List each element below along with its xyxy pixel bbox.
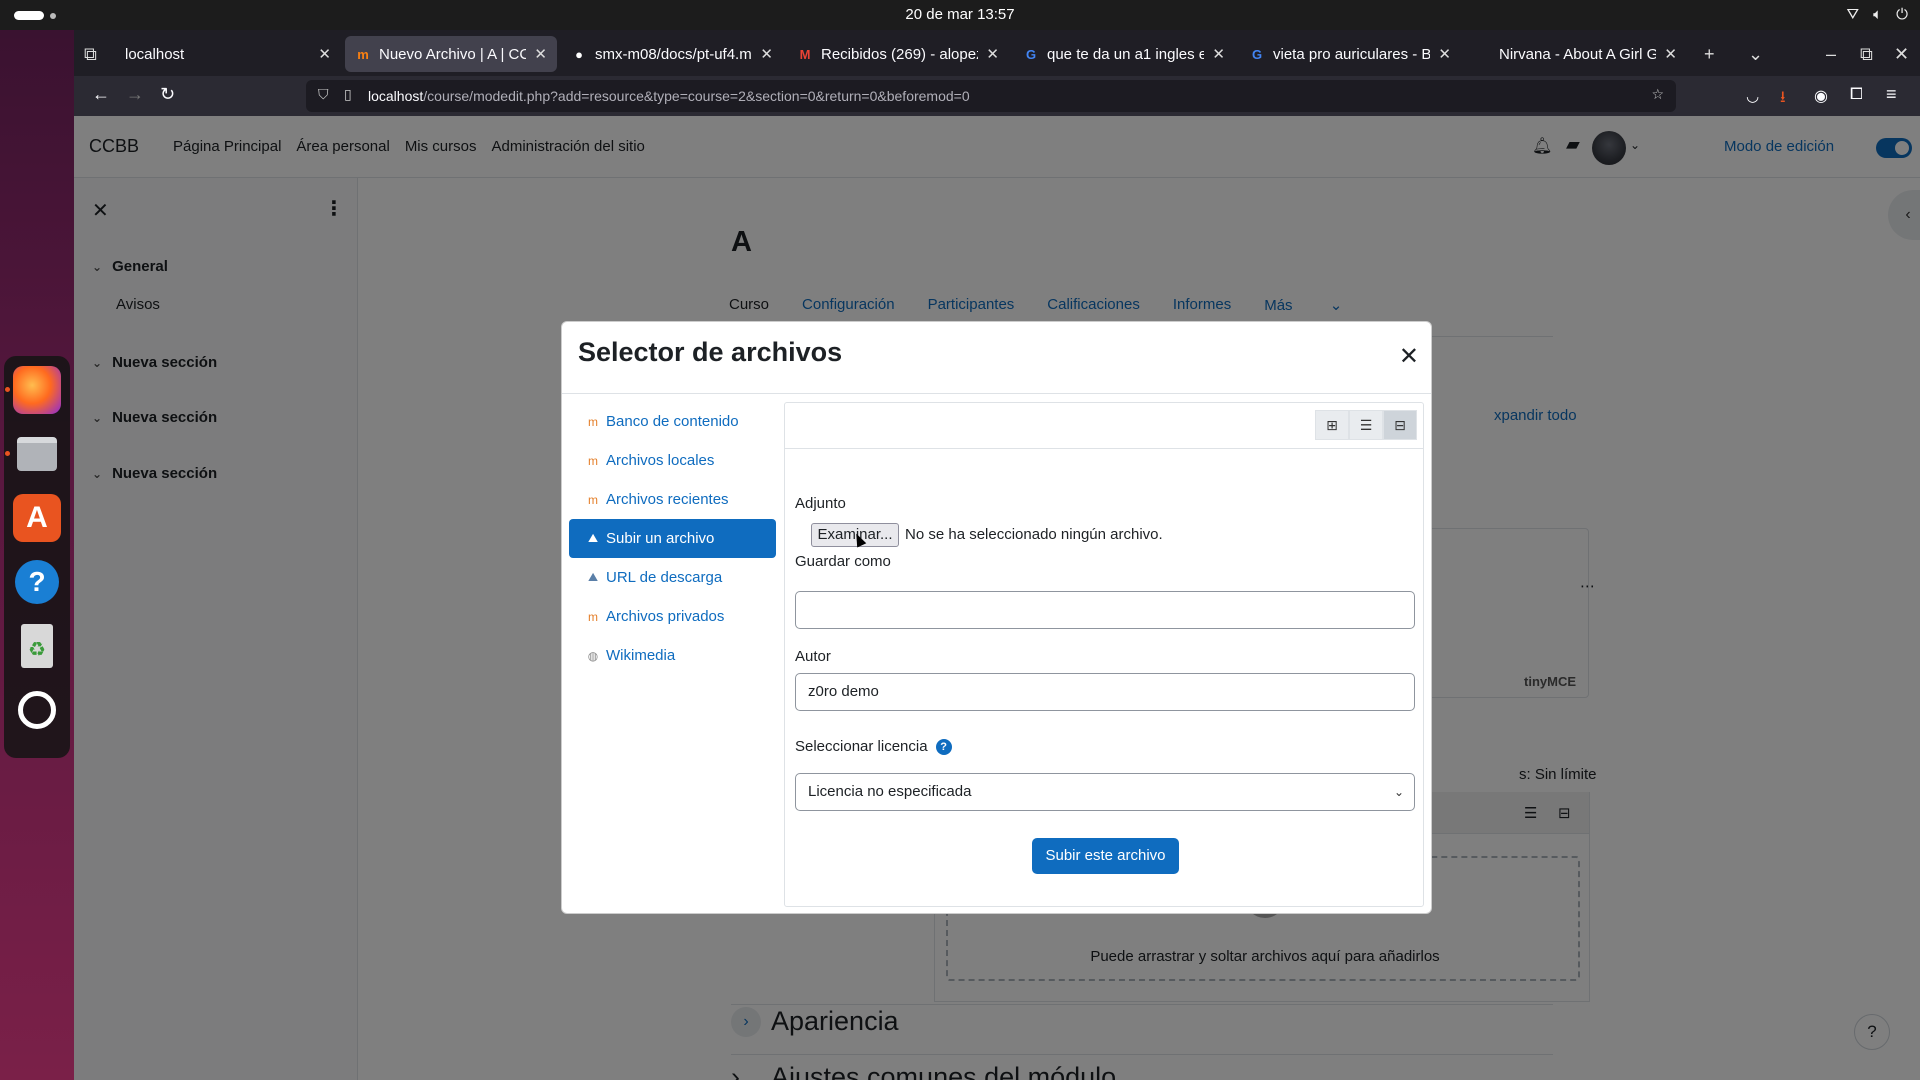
close-tab-icon[interactable]: ✕: [534, 45, 547, 63]
close-dialog-icon[interactable]: ✕: [1399, 342, 1419, 371]
trash-icon[interactable]: ♻: [13, 622, 61, 670]
system-tray[interactable]: ⛛ 🔈︎ ⏻: [1847, 6, 1909, 23]
list-tabs-chevron-icon[interactable]: ⌄: [1748, 44, 1763, 65]
repository-list: m Banco de contenido m Archivos locales …: [569, 402, 776, 675]
close-window-icon[interactable]: ✕: [1894, 44, 1909, 65]
repo-subir-un-archivo[interactable]: ⛰ Subir un archivo: [569, 519, 776, 558]
system-clock[interactable]: 20 de mar 13:57: [0, 6, 1920, 23]
moodle-favicon-icon: m: [357, 46, 369, 62]
browser-nav-bar: ← → ↻ ⛉ ▯ localhost/course/modedit.php?a…: [74, 76, 1920, 116]
repo-archivos-privados[interactable]: m Archivos privados: [569, 597, 776, 636]
tab-localhost[interactable]: localhost ✕: [115, 36, 341, 72]
system-top-bar: 20 de mar 13:57 ⛛ 🔈︎ ⏻: [0, 0, 1920, 30]
page-info-icon[interactable]: ▯: [344, 86, 352, 103]
app-center-icon[interactable]: A: [13, 494, 61, 542]
help-icon[interactable]: ?: [935, 739, 952, 756]
browser-tab-bar: ⧉ localhost ✕ m Nuevo Archivo | A | CCBB…: [74, 30, 1920, 76]
close-tab-icon[interactable]: ✕: [760, 45, 773, 63]
moodle-icon: m: [588, 609, 598, 624]
wikimedia-icon: ◍: [587, 648, 599, 663]
license-select[interactable]: Licencia no especificada ⌄: [795, 773, 1415, 811]
close-tab-icon[interactable]: ✕: [1212, 45, 1225, 63]
account-icon[interactable]: ◉: [1814, 86, 1828, 106]
upload-icon: ⛰: [587, 531, 599, 545]
firefox-icon[interactable]: [5, 366, 61, 414]
icon-view-icon[interactable]: ⊞: [1315, 410, 1349, 440]
volume-icon: 🔈︎: [1873, 6, 1883, 23]
dialog-header: Selector de archivos ✕: [562, 322, 1431, 394]
repo-url-de-descarga[interactable]: ⛰ URL de descarga: [569, 558, 776, 597]
moodle-icon: m: [588, 492, 598, 507]
close-tab-icon[interactable]: ✕: [318, 45, 331, 63]
new-tab-icon[interactable]: +: [1704, 44, 1715, 65]
tab-nuevo-archivo[interactable]: m Nuevo Archivo | A | CCBB ✕: [345, 36, 557, 72]
attachment-label: Adjunto: [795, 495, 846, 512]
author-input[interactable]: z0ro demo: [795, 673, 1415, 711]
file-picker-dialog: Selector de archivos ✕ m Banco de conten…: [561, 321, 1432, 914]
moodle-icon: m: [588, 453, 598, 468]
tab-google-search-1[interactable]: G que te da un a1 ingles en ✕: [1013, 36, 1235, 72]
ubuntu-icon[interactable]: [13, 686, 61, 734]
bookmark-star-icon[interactable]: ☆: [1651, 86, 1664, 103]
save-as-label: Guardar como: [795, 553, 891, 570]
tab-google-search-2[interactable]: G vieta pro auriculares - Bus ✕: [1239, 36, 1461, 72]
close-tab-icon[interactable]: ✕: [1438, 45, 1451, 63]
restore-window-icon[interactable]: ⧉: [1860, 44, 1873, 65]
close-tab-icon[interactable]: ✕: [1664, 45, 1677, 63]
downloads-icon[interactable]: ⭳: [1780, 86, 1786, 113]
network-icon: ⛛: [1846, 6, 1860, 23]
google-favicon-icon: G: [1025, 46, 1037, 62]
tab-overview-icon[interactable]: ⧉: [84, 44, 97, 65]
shield-icon[interactable]: ⛉: [318, 86, 329, 103]
repo-wikimedia[interactable]: ◍ Wikimedia: [569, 636, 776, 675]
minimize-window-icon[interactable]: –: [1826, 44, 1836, 65]
save-as-input[interactable]: [795, 591, 1415, 629]
moodle-icon: m: [588, 414, 598, 429]
dialog-title: Selector de archivos: [578, 337, 843, 367]
gmail-favicon-icon: M: [799, 46, 811, 62]
url-bar[interactable]: ⛉ ▯ localhost/course/modedit.php?add=res…: [306, 80, 1676, 112]
power-icon: ⏻: [1896, 6, 1908, 23]
blank-favicon-icon: [1475, 46, 1491, 62]
close-tab-icon[interactable]: ✕: [986, 45, 999, 63]
github-favicon-icon: ●: [575, 46, 583, 62]
no-file-selected-text: No se ha seleccionado ningún archivo.: [905, 526, 1163, 543]
extensions-icon[interactable]: ⧠: [1850, 86, 1863, 104]
reload-icon[interactable]: ↻: [160, 84, 175, 105]
upload-file-button[interactable]: Subir este archivo: [1032, 838, 1179, 874]
pocket-icon[interactable]: ◡: [1746, 87, 1759, 105]
upload-panel: ⊞ ☰ ⊟ Adjunto Examinar... No se ha selec…: [784, 402, 1424, 907]
back-icon[interactable]: ←: [92, 84, 110, 105]
tab-nirvana[interactable]: Nirvana - About A Girl Gui ✕: [1465, 36, 1687, 72]
view-switcher: ⊞ ☰ ⊟: [1315, 410, 1417, 440]
help-icon[interactable]: ?: [13, 558, 61, 606]
list-view-icon[interactable]: ☰: [1349, 410, 1383, 440]
files-icon[interactable]: [5, 430, 61, 478]
tab-gmail[interactable]: M Recibidos (269) - alopezr@ ✕: [787, 36, 1009, 72]
repo-archivos-recientes[interactable]: m Archivos recientes: [569, 480, 776, 519]
menu-icon[interactable]: ≡: [1886, 84, 1897, 105]
repo-archivos-locales[interactable]: m Archivos locales: [569, 441, 776, 480]
forward-icon[interactable]: →: [126, 84, 144, 105]
tab-github[interactable]: ● smx-m08/docs/pt-uf4.md ✕: [561, 36, 783, 72]
download-icon: ⛰: [587, 570, 599, 584]
dock: A ? ♻: [4, 356, 70, 758]
url-text: localhost/course/modedit.php?add=resourc…: [368, 88, 970, 104]
license-label: Seleccionar licencia?: [795, 738, 952, 756]
view-toolbar: ⊞ ☰ ⊟: [785, 403, 1423, 449]
chevron-down-icon: ⌄: [1393, 785, 1404, 799]
repo-banco-de-contenido[interactable]: m Banco de contenido: [569, 402, 776, 441]
author-label: Autor: [795, 648, 831, 665]
google-favicon-icon: G: [1251, 46, 1263, 62]
tree-view-icon[interactable]: ⊟: [1383, 410, 1417, 440]
